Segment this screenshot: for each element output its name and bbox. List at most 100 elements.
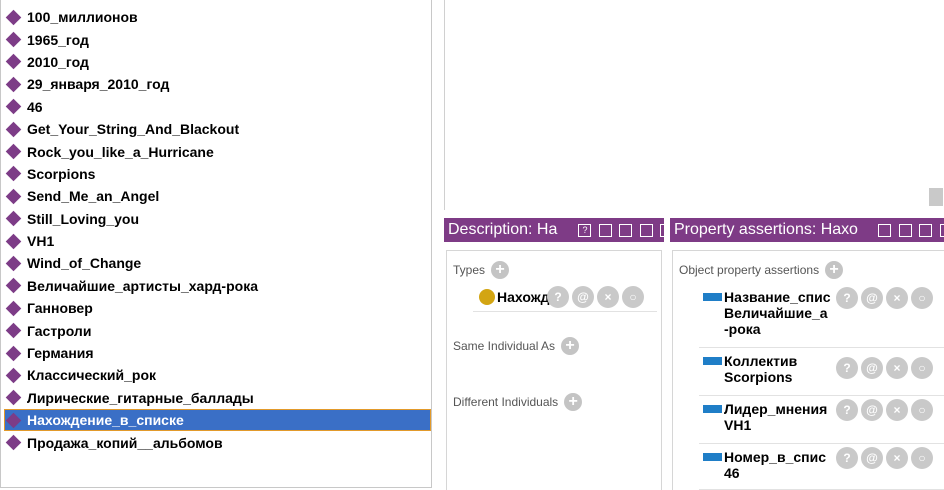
assertion-row[interactable]: Коллектив Scorpions	[703, 353, 834, 385]
diamond-icon	[5, 278, 22, 294]
assertion-property: Номер_в_спис	[724, 449, 826, 465]
individuals-list-panel: 100_миллионов 1965_год 2010_год 29_января_2…	[0, 0, 432, 488]
split-view-icon[interactable]	[598, 224, 612, 237]
assertion-value: Величайшие_а	[724, 305, 828, 321]
type-entry-actions: ? @ × ○	[547, 286, 644, 308]
help-icon[interactable]: ?	[836, 287, 858, 309]
property-panel-title: Property assertions: Нахо	[674, 221, 858, 238]
individual-item[interactable]: Send_Me_an_Angel	[4, 185, 431, 207]
edit-icon[interactable]: ○	[622, 286, 644, 308]
description-panel-title: Description: На	[448, 221, 558, 238]
type-entry[interactable]: Нахожд	[479, 289, 551, 305]
annotate-icon[interactable]: @	[861, 357, 883, 379]
maximize-icon[interactable]	[919, 224, 933, 237]
individual-item[interactable]: Scorpions	[4, 163, 431, 185]
individual-item[interactable]: Ганновер	[4, 297, 431, 319]
individual-item[interactable]: Продажа_копий__альбомов	[4, 431, 431, 453]
maximize-icon[interactable]	[639, 224, 653, 237]
diamond-icon	[5, 54, 22, 70]
annotate-icon[interactable]: @	[572, 286, 594, 308]
delete-icon[interactable]: ×	[886, 399, 908, 421]
individual-item[interactable]: 2010_год	[4, 51, 431, 73]
individual-item[interactable]: Нахождение_в_списке	[4, 409, 431, 432]
annotate-icon[interactable]: @	[861, 447, 883, 469]
object-property-icon	[703, 293, 722, 301]
help-icon[interactable]: ?	[836, 447, 858, 469]
edit-icon[interactable]: ○	[911, 357, 933, 379]
assertion-row[interactable]: Название_спис Величайшие_а -рока	[703, 289, 834, 337]
individual-item[interactable]: Величайшие_артисты_хард-рока	[4, 275, 431, 297]
add-same-individual-icon[interactable]: +	[561, 337, 580, 355]
individual-item[interactable]: Гастроли	[4, 319, 431, 341]
edit-icon[interactable]: ○	[911, 399, 933, 421]
individual-label: Нахождение_в_списке	[27, 412, 184, 429]
individual-item[interactable]: Германия	[4, 342, 431, 364]
type-entry-label: Нахожд	[497, 289, 550, 305]
delete-icon[interactable]: ×	[886, 287, 908, 309]
individual-item[interactable]: 1965_год	[4, 28, 431, 50]
help-icon[interactable]: ?	[836, 399, 858, 421]
edit-icon[interactable]: ○	[911, 447, 933, 469]
object-property-icon	[703, 405, 722, 413]
object-property-icon	[703, 453, 722, 461]
row-separator	[473, 311, 657, 312]
individual-item[interactable]: Wind_of_Change	[4, 252, 431, 274]
add-object-assertion-icon[interactable]: +	[825, 261, 844, 279]
delete-icon[interactable]: ×	[597, 286, 619, 308]
individual-label: 29_января_2010_год	[27, 76, 170, 93]
individual-label: Ганновер	[27, 300, 93, 317]
close-icon[interactable]: ×	[939, 224, 944, 237]
edit-icon[interactable]: ○	[911, 287, 933, 309]
individual-item[interactable]: Get_Your_String_And_Blackout	[4, 118, 431, 140]
assertion-row[interactable]: Лидер_мнения VH1	[703, 401, 834, 433]
assertion-value-cont: -рока	[724, 321, 761, 337]
help-icon[interactable]: ?	[547, 286, 569, 308]
delete-icon[interactable]: ×	[886, 357, 908, 379]
individual-item[interactable]: Классический_рок	[4, 364, 431, 386]
scrollbar-thumb[interactable]	[929, 188, 943, 206]
individual-label: Get_Your_String_And_Blackout	[27, 121, 240, 138]
assertion-actions: ? @ × ○	[836, 357, 933, 379]
description-panel-header: Description: На ? ×	[444, 218, 664, 242]
diamond-icon	[5, 210, 22, 227]
individual-item[interactable]: 46	[4, 96, 431, 118]
individual-label: Гастроли	[27, 322, 92, 339]
individual-item[interactable]: Лирические_гитарные_баллады	[4, 387, 431, 409]
assertion-actions: ? @ × ○	[836, 447, 933, 469]
property-panel-body: Object property assertions + Название_сп…	[672, 250, 944, 490]
same-individual-section: Same Individual As +	[453, 337, 580, 355]
types-section: Types +	[453, 261, 510, 279]
diamond-icon	[5, 31, 22, 48]
diamond-icon	[5, 322, 22, 339]
row-separator	[699, 443, 944, 444]
assertion-row[interactable]: Номер_в_спис 46	[703, 449, 834, 481]
split-view-icon[interactable]	[878, 224, 892, 237]
delete-icon[interactable]: ×	[886, 447, 908, 469]
minimize-icon[interactable]	[619, 224, 633, 237]
object-assertions-section: Object property assertions +	[679, 261, 844, 279]
graph-view-area	[444, 0, 944, 210]
individual-item[interactable]: Still_Loving_you	[4, 208, 431, 230]
add-type-icon[interactable]: +	[491, 261, 510, 279]
annotate-icon[interactable]: @	[861, 287, 883, 309]
assertion-property: Коллектив	[724, 353, 798, 369]
individual-item[interactable]: VH1	[4, 230, 431, 252]
diamond-icon	[5, 434, 22, 451]
individual-label: 46	[27, 98, 43, 115]
individual-label: Классический_рок	[27, 367, 157, 384]
diamond-icon	[5, 390, 22, 406]
diamond-icon	[5, 98, 22, 115]
individual-item[interactable]: Rock_you_like_a_Hurricane	[4, 140, 431, 162]
close-icon[interactable]: ×	[660, 224, 664, 237]
assertion-value: VH1	[724, 417, 752, 433]
assertion-value: 46	[724, 465, 740, 481]
diamond-icon	[5, 300, 22, 317]
minimize-icon[interactable]	[898, 224, 912, 237]
help-icon[interactable]: ?	[578, 224, 592, 237]
add-different-individual-icon[interactable]: +	[564, 393, 583, 411]
individual-item[interactable]: 100_миллионов	[4, 6, 431, 28]
annotate-icon[interactable]: @	[861, 399, 883, 421]
individual-item[interactable]: 29_января_2010_год	[4, 73, 431, 95]
help-icon[interactable]: ?	[836, 357, 858, 379]
diamond-icon	[5, 9, 22, 25]
